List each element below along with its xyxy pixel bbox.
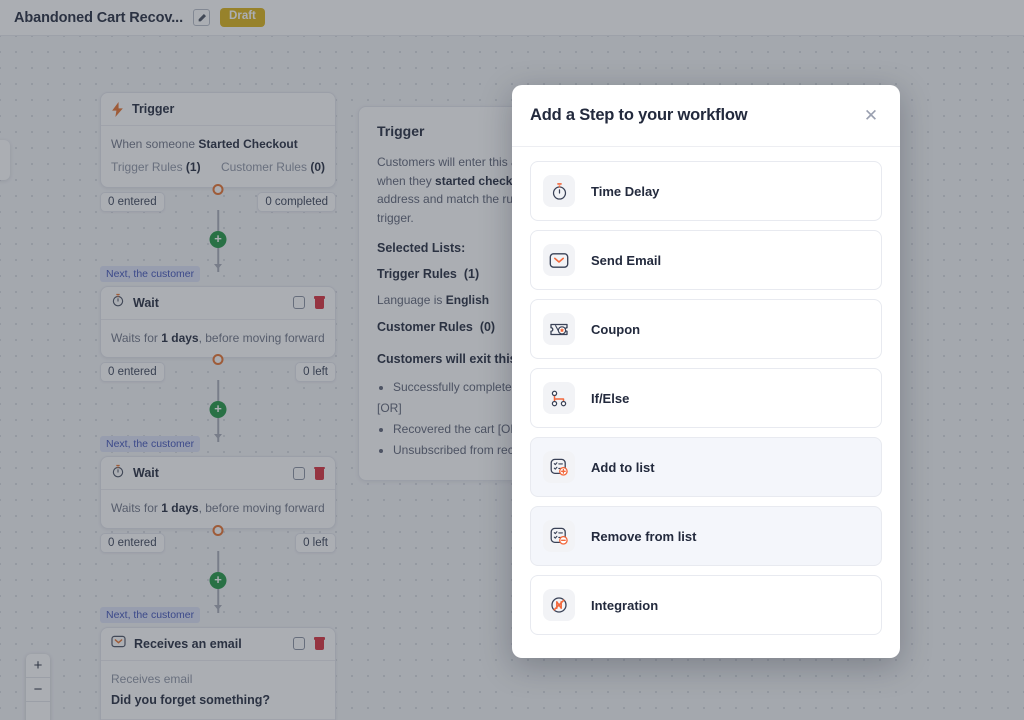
list-add-icon [543,451,575,483]
step-option-label: Remove from list [591,528,697,544]
branch-split-icon [543,382,575,414]
step-option-label: Coupon [591,321,641,337]
step-option-integration[interactable]: Integration [530,575,882,635]
coupon-ticket-icon [543,313,575,345]
add-step-modal: Add a Step to your workflow ✕ Time Delay… [512,85,900,658]
step-option-time-delay[interactable]: Time Delay [530,161,882,221]
integration-bolt-icon [543,589,575,621]
step-option-coupon[interactable]: Coupon [530,299,882,359]
app-root: Abandoned Cart Recov... Draft + − Trigge… [0,0,1024,720]
step-option-label: Integration [591,597,659,613]
list-remove-icon [543,520,575,552]
step-option-label: Time Delay [591,183,660,199]
step-option-label: If/Else [591,390,630,406]
step-option-label: Add to list [591,459,655,475]
step-option-label: Send Email [591,252,662,268]
step-option-remove-from-list[interactable]: Remove from list [530,506,882,566]
modal-header: Add a Step to your workflow ✕ [512,85,900,147]
step-option-if-else[interactable]: If/Else [530,368,882,428]
step-option-send-email[interactable]: Send Email [530,230,882,290]
close-x-icon[interactable]: ✕ [860,105,882,127]
step-list: Time Delay Send Email Coupon If/Else Add… [512,147,900,658]
stopwatch-icon [543,175,575,207]
modal-title: Add a Step to your workflow [530,106,748,124]
step-option-add-to-list[interactable]: Add to list [530,437,882,497]
envelope-icon [543,244,575,276]
